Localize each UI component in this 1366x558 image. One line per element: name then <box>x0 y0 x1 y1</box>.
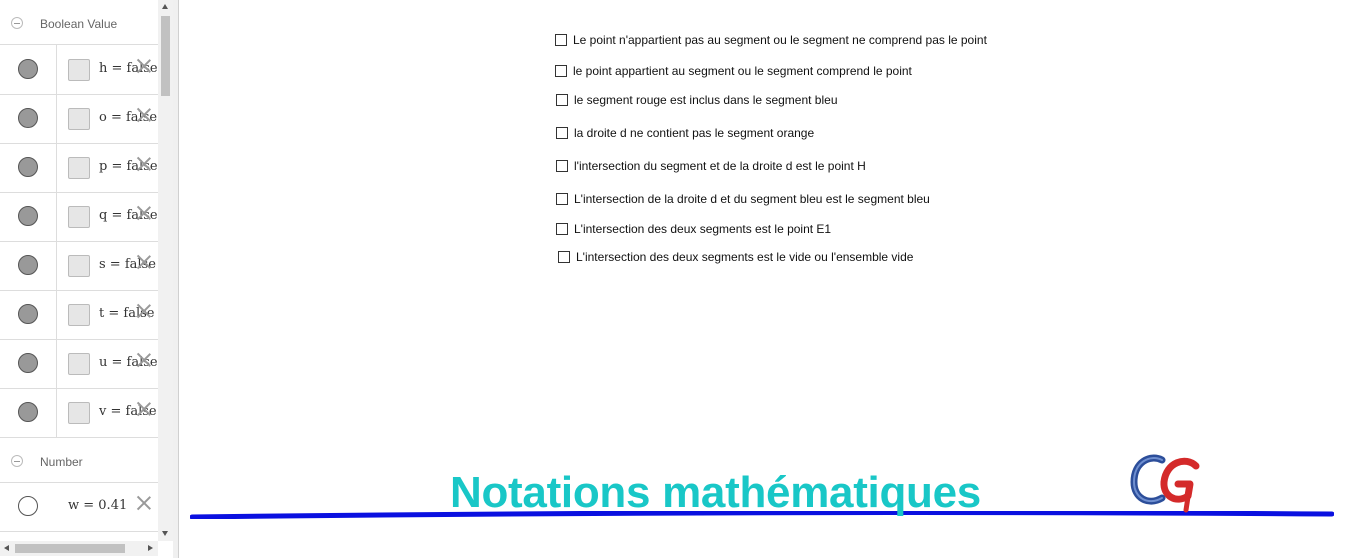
algebra-row-u[interactable]: u = false <box>0 339 158 389</box>
checkbox[interactable] <box>556 160 568 172</box>
checkbox-label: L'intersection de la droite d et du segm… <box>574 192 930 206</box>
delete-icon[interactable] <box>136 156 152 172</box>
algebra-row-p[interactable]: p = false <box>0 143 158 193</box>
checkbox-label: L'intersection des deux segments est le … <box>576 250 914 264</box>
checkbox[interactable] <box>555 34 567 46</box>
visibility-toggle-icon[interactable] <box>18 496 38 516</box>
logo-g-stroke <box>1160 457 1200 503</box>
checkbox-label: Le point n'appartient pas au segment ou … <box>573 33 987 47</box>
visibility-toggle-icon[interactable] <box>18 108 38 128</box>
checkbox-label: le segment rouge est inclus dans le segm… <box>574 93 838 107</box>
algebra-row-t[interactable]: t = false <box>0 290 158 340</box>
boolean-checkbox[interactable] <box>68 59 90 81</box>
visibility-toggle-icon[interactable] <box>18 255 38 275</box>
scroll-left-icon[interactable] <box>4 545 9 551</box>
scroll-up-icon[interactable] <box>162 4 168 9</box>
horizontal-scrollbar[interactable] <box>0 541 158 556</box>
group-header-number[interactable]: Number <box>0 438 158 483</box>
visibility-toggle-icon[interactable] <box>18 353 38 373</box>
graphics-title: Notations mathématiques <box>450 468 981 517</box>
scroll-right-icon[interactable] <box>148 545 153 551</box>
boolean-checkbox[interactable] <box>68 402 90 424</box>
algebra-row-h[interactable]: h = false <box>0 45 158 95</box>
checkbox[interactable] <box>556 127 568 139</box>
checkbox[interactable] <box>555 65 567 77</box>
algebra-row-v[interactable]: v = false <box>0 388 158 438</box>
group-label: Boolean Value <box>40 17 118 31</box>
visibility-toggle-icon[interactable] <box>18 304 38 324</box>
delete-icon[interactable] <box>136 495 152 511</box>
visibility-toggle-icon[interactable] <box>18 59 38 79</box>
algebra-row-o[interactable]: o = false <box>0 94 158 144</box>
delete-icon[interactable] <box>136 58 152 74</box>
collapse-icon[interactable] <box>11 17 23 29</box>
scroll-thumb[interactable] <box>15 544 125 553</box>
cg-logo <box>1130 454 1200 513</box>
checkbox[interactable] <box>558 251 570 263</box>
checkbox-label: L'intersection des deux segments est le … <box>574 222 832 236</box>
scroll-thumb[interactable] <box>161 16 170 96</box>
algebra-view: Boolean Value h = false o = false p = fa… <box>0 0 158 541</box>
view-splitter[interactable] <box>173 0 179 558</box>
boolean-checkbox[interactable] <box>68 353 90 375</box>
boolean-checkbox[interactable] <box>68 108 90 130</box>
scroll-down-icon[interactable] <box>162 531 168 536</box>
checkbox[interactable] <box>556 94 568 106</box>
boolean-checkbox[interactable] <box>68 304 90 326</box>
delete-icon[interactable] <box>136 401 152 417</box>
delete-icon[interactable] <box>136 254 152 270</box>
algebra-expression[interactable]: w = 0.41 <box>68 498 127 513</box>
delete-icon[interactable] <box>136 107 152 123</box>
algebra-row-s[interactable]: s = false <box>0 241 158 291</box>
delete-icon[interactable] <box>136 205 152 221</box>
checkbox-label: la droite d ne contient pas le segment o… <box>574 126 815 140</box>
delete-icon[interactable] <box>136 303 152 319</box>
vertical-scrollbar[interactable] <box>158 0 173 541</box>
collapse-icon[interactable] <box>11 455 23 467</box>
checkbox[interactable] <box>556 223 568 235</box>
group-header-boolean[interactable]: Boolean Value <box>0 0 158 45</box>
visibility-toggle-icon[interactable] <box>18 402 38 422</box>
boolean-checkbox[interactable] <box>68 255 90 277</box>
checkbox[interactable] <box>556 193 568 205</box>
visibility-toggle-icon[interactable] <box>18 206 38 226</box>
algebra-row-w[interactable]: w = 0.41 <box>0 482 158 532</box>
checkbox-label: l'intersection du segment et de la droit… <box>574 159 866 173</box>
boolean-checkbox[interactable] <box>68 157 90 179</box>
group-label: Number <box>40 455 83 469</box>
boolean-checkbox[interactable] <box>68 206 90 228</box>
algebra-row-q[interactable]: q = false <box>0 192 158 242</box>
visibility-toggle-icon[interactable] <box>18 157 38 177</box>
checkbox-label: le point appartient au segment ou le seg… <box>573 64 912 78</box>
delete-icon[interactable] <box>136 352 152 368</box>
